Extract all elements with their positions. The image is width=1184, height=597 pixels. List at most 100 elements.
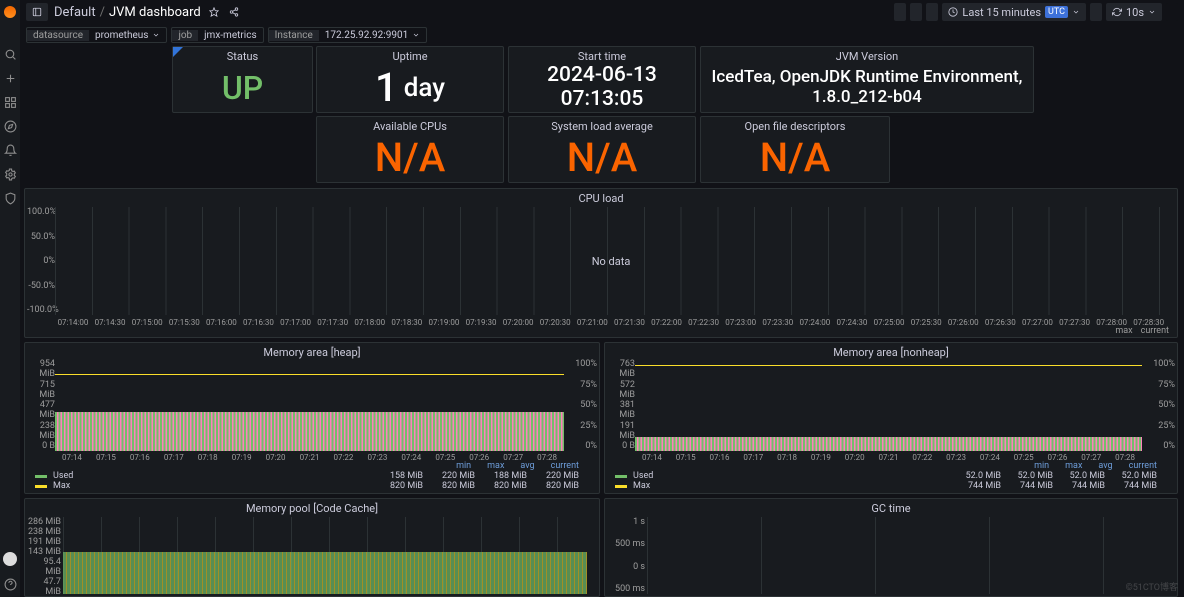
legend-swatch [35,485,47,488]
cpu-chart-area: No data [55,207,1167,315]
chevron-down-icon [412,31,420,39]
legend-name: Used [633,471,673,481]
uptime-unit: day [404,73,445,103]
var-job[interactable]: job jmx-metrics [171,27,263,43]
timezone-badge: UTC [1045,6,1068,18]
legend-swatch [615,475,627,478]
panel-title: Status [173,47,312,64]
panel-title: Uptime [317,47,503,64]
cpu-xaxis: 07:14:0007:14:3007:15:0007:15:3007:16:00… [55,318,1167,327]
heap-yaxis-right: 100%75%50%25%0% [567,359,597,451]
variable-bar: datasource prometheus job jmx-metrics In… [20,26,1184,44]
avatar[interactable] [3,552,17,566]
settings-icon[interactable] [926,3,938,21]
jvm-version-value: IcedTea, OpenJDK Runtime Environment, 1.… [701,64,1033,111]
timerange-picker[interactable]: Last 15 minutes UTC [942,3,1086,21]
panel-system-load[interactable]: System load average N/A [508,116,696,183]
breadcrumb-root[interactable]: Default [54,5,96,20]
watermark: ©51CTO博客 [1126,580,1178,593]
nodata-label: No data [55,207,1167,315]
panel-title: Memory pool [Code Cache] [25,499,599,516]
heap-yaxis-left: 954 MiB715 MiB477 MiB238 MiB0 B [27,359,55,451]
nonheap-yaxis-right: 100%75%50%25%0% [1145,359,1175,451]
cpu-legend: max current [1115,326,1169,336]
legend-row[interactable]: Used 158 MiB 220 MiB 188 MiB 220 MiB [35,471,589,481]
panel-open-fd[interactable]: Open file descriptors N/A [700,116,890,183]
panel-start-time[interactable]: Start time 2024-06-13 07:13:05 [508,46,696,113]
panel-title: CPU load [25,189,1177,206]
start-time-value: 2024-06-13 07:13:05 [509,64,695,111]
heap-plot [55,359,564,451]
alert-icon[interactable] [3,143,17,157]
panel-title: Available CPUs [317,117,503,134]
refresh-button[interactable]: 10s [1106,3,1162,21]
shield-icon[interactable] [3,191,17,205]
nonheap-used-bars [635,437,1142,451]
legend-swatch [35,475,47,478]
gc-plot [647,517,1165,594]
panel-jvm-version[interactable]: JVM Version IcedTea, OpenJDK Runtime Env… [700,46,1034,113]
panel-link-icon[interactable] [173,47,183,57]
panel-title: Memory area [heap] [25,343,599,360]
timerange-label: Last 15 minutes [962,6,1041,19]
status-value: UP [173,64,312,111]
legend-row[interactable]: Max 744 MiB 744 MiB 744 MiB 744 MiB [615,481,1167,491]
panel-status[interactable]: Status UP [172,46,313,113]
nonheap-plot [635,359,1142,451]
pool-yaxis-left: 286 MiB238 MiB191 MiB143 MiB95.4 MiB47.7… [27,517,61,594]
heap-used-bars [55,412,564,451]
panel-title: GC time [605,499,1177,516]
panel-memory-nonheap[interactable]: Memory area [nonheap] 763 MiB572 MiB381 … [604,342,1178,494]
panel-uptime[interactable]: Uptime 1 day [316,46,504,113]
var-datasource[interactable]: datasource prometheus [26,27,167,43]
nonheap-max-line [635,365,1142,366]
refresh-interval: 10s [1126,6,1144,19]
cpu-yaxis: 100.0%50.0%0%-50.0%-100.0% [27,207,55,315]
breadcrumb: Default / JVM dashboard [54,5,201,20]
save-icon[interactable] [910,3,922,21]
share-icon[interactable] [227,3,241,21]
add-panel-icon[interactable] [894,3,906,21]
panel-gc-time[interactable]: GC time 1 s500 ms0 s500 ms [604,498,1178,597]
sidebar [0,0,20,597]
cpus-value: N/A [317,134,503,181]
panel-cpu-load[interactable]: CPU load 100.0%50.0%0%-50.0%-100.0% No d… [24,188,1178,338]
explore-icon[interactable] [3,119,17,133]
chevron-down-icon [1148,8,1156,16]
chevron-down-icon [1072,8,1080,16]
plus-icon[interactable] [3,71,17,85]
gc-yaxis-left: 1 s500 ms0 s500 ms [607,517,645,594]
panel-title: System load average [509,117,695,134]
panel-title: Open file descriptors [701,117,889,134]
legend-swatch [615,485,627,488]
breadcrumb-current: JVM dashboard [109,5,201,20]
zoom-out-icon[interactable] [1090,3,1102,21]
legend-name: Used [53,471,93,481]
pool-plot [63,517,587,594]
panel-available-cpus[interactable]: Available CPUs N/A [316,116,504,183]
search-icon[interactable] [3,47,17,61]
panel-title: JVM Version [701,47,1033,64]
panel-title: Memory area [nonheap] [605,343,1177,360]
panel-toggle-icon[interactable] [26,3,48,21]
var-instance[interactable]: Instance 172.25.92.92:9901 [268,27,428,43]
heap-max-line [55,374,564,375]
legend-name: Max [633,481,673,491]
fd-value: N/A [701,134,889,181]
dashboards-icon[interactable] [3,95,17,109]
panel-memory-heap[interactable]: Memory area [heap] 954 MiB715 MiB477 MiB… [24,342,600,494]
gear-icon[interactable] [3,167,17,181]
star-icon[interactable] [207,3,221,21]
panel-title: Start time [509,47,695,64]
grafana-logo[interactable] [2,4,18,20]
legend-row[interactable]: Max 820 MiB 820 MiB 820 MiB 820 MiB [35,481,589,491]
pool-bars [63,552,587,594]
panel-memory-pool-code-cache[interactable]: Memory pool [Code Cache] 286 MiB238 MiB1… [24,498,600,597]
kiosk-icon[interactable] [1166,3,1178,21]
load-value: N/A [509,134,695,181]
legend-row[interactable]: Used 52.0 MiB 52.0 MiB 52.0 MiB 52.0 MiB [615,471,1167,481]
heap-legend: minmaxavgcurrent Used 158 MiB 220 MiB 18… [35,461,589,491]
chevron-down-icon [152,31,160,39]
nonheap-legend: minmaxavgcurrent Used 52.0 MiB 52.0 MiB … [615,461,1167,491]
help-icon[interactable] [3,577,17,591]
